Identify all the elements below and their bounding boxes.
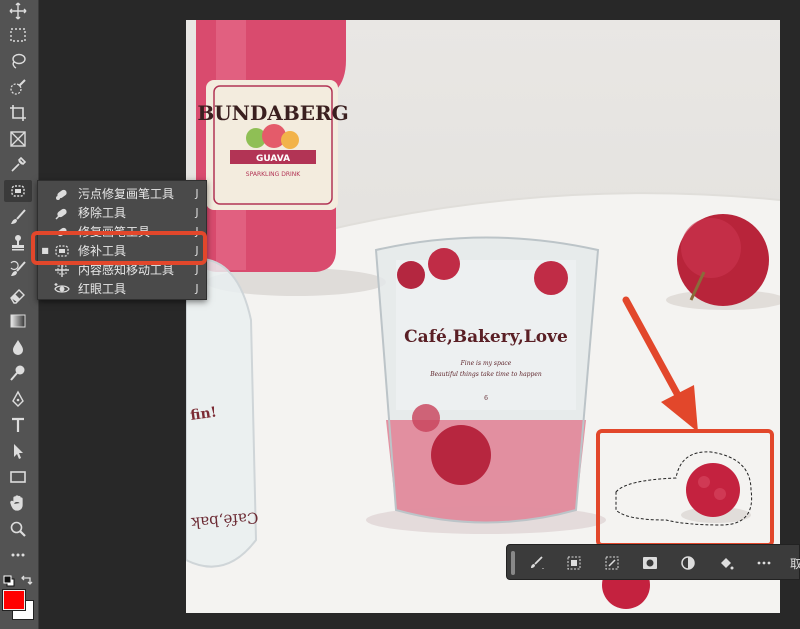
spot-healing-icon	[52, 186, 72, 202]
frame-tool-icon[interactable]	[4, 128, 32, 150]
tools-panel	[0, 0, 39, 629]
glass-script-2: Beautiful things take time to happen	[429, 371, 542, 378]
patch-tool-icon[interactable]	[4, 180, 32, 202]
mask-icon[interactable]	[640, 553, 660, 573]
swap-colors-icon[interactable]	[20, 572, 34, 585]
gradient-tool-icon[interactable]	[4, 310, 32, 332]
path-selection-tool-icon[interactable]	[4, 440, 32, 462]
invert-selection-icon[interactable]	[602, 553, 622, 573]
blur-tool-icon[interactable]	[4, 336, 32, 358]
marquee-tool-icon[interactable]	[4, 24, 32, 46]
flyout-item-label: 污点修复画笔工具	[78, 187, 175, 201]
flyout-item-spot-healing[interactable]: 污点修复画笔工具 J	[38, 184, 206, 203]
zoom-tool-icon[interactable]	[4, 518, 32, 540]
pen-tool-icon[interactable]	[4, 388, 32, 410]
remove-tool-icon	[52, 205, 72, 221]
foreground-color-swatch[interactable]	[2, 589, 26, 611]
bottle-brand-text: BUNDABERG	[197, 101, 348, 125]
shortcut-key: J	[195, 206, 199, 219]
glass-number: 6	[484, 395, 488, 402]
quick-selection-tool-icon[interactable]	[4, 76, 32, 98]
shortcut-key: J	[195, 282, 199, 295]
more-tools-icon[interactable]	[4, 544, 32, 566]
deselect-label[interactable]: 取	[790, 555, 800, 572]
contextual-task-bar: 取	[506, 544, 800, 580]
brush-tool-icon[interactable]	[4, 206, 32, 228]
clone-stamp-tool-icon[interactable]	[4, 232, 32, 254]
type-tool-icon[interactable]	[4, 414, 32, 436]
red-eye-icon	[52, 281, 72, 297]
bottle-flavor-text: GUAVA	[256, 154, 290, 164]
crop-tool-icon[interactable]	[4, 102, 32, 124]
flyout-item-red-eye[interactable]: 红眼工具 J	[38, 279, 206, 298]
select-subject-icon[interactable]	[564, 553, 584, 573]
glass-logo-text: Café,Bakery,Love	[404, 327, 568, 347]
fill-selection-icon[interactable]	[716, 553, 736, 573]
eyedropper-tool-icon[interactable]	[4, 154, 32, 176]
glass-script-1: Fine is my space	[460, 360, 512, 367]
modify-selection-icon[interactable]	[527, 553, 547, 573]
more-options-icon[interactable]	[754, 553, 774, 573]
adjustment-layer-icon[interactable]	[678, 553, 698, 573]
lasso-tool-icon[interactable]	[4, 50, 32, 72]
flyout-item-remove-tool[interactable]: 移除工具 J	[38, 203, 206, 222]
history-brush-tool-icon[interactable]	[4, 258, 32, 280]
annotation-selection-box	[596, 429, 774, 547]
hand-tool-icon[interactable]	[4, 492, 32, 514]
shortcut-key: J	[195, 187, 199, 200]
dodge-tool-icon[interactable]	[4, 362, 32, 384]
annotation-patch-tool-box	[31, 231, 207, 265]
move-tool-icon[interactable]	[4, 0, 32, 22]
taskbar-drag-handle[interactable]	[511, 551, 515, 575]
bottle-subtitle-text: SPARKLING DRINK	[246, 171, 301, 178]
eraser-tool-icon[interactable]	[4, 284, 32, 306]
flyout-item-label: 移除工具	[78, 206, 127, 220]
flyout-item-label: 红眼工具	[78, 282, 127, 296]
default-colors-icon[interactable]	[3, 572, 15, 587]
rectangle-tool-icon[interactable]	[4, 466, 32, 488]
